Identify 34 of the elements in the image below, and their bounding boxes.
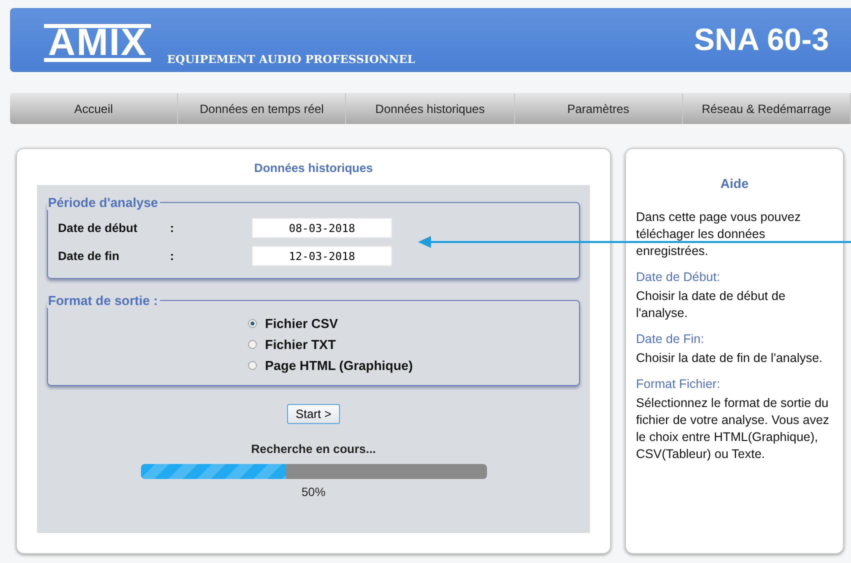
status-text: Recherche en cours... (251, 442, 376, 456)
help-heading: Date de Fin: (636, 332, 706, 346)
help-text: Choisir la date de fin de l'analyse. (636, 350, 824, 367)
logo: AMIX (44, 24, 151, 62)
option-label: Page HTML (Graphique) (265, 358, 413, 373)
help-heading: Format Fichier: (636, 377, 722, 391)
colon: : (170, 249, 175, 263)
option-label: Fichier CSV (265, 316, 338, 331)
tagline: EQUIPEMENT AUDIO PROFESSIONNEL (167, 53, 416, 66)
field-label: Date de fin (58, 249, 120, 263)
nav-tab[interactable]: Paramètres (514, 93, 683, 124)
radio-button[interactable] (248, 361, 257, 370)
date-field[interactable]: 12-03-2018 (252, 246, 392, 266)
nav-tab[interactable]: Réseau & Redémarrage (682, 93, 851, 124)
radio-button[interactable] (248, 340, 257, 349)
start-button[interactable]: Start > (286, 404, 340, 424)
field-label: Date de début (58, 221, 138, 235)
help-text: Dans cette page vous pouvez téléchager les données enregistrées. (636, 209, 802, 260)
progress-reading: 50% (301, 485, 326, 499)
colon: : (170, 221, 175, 235)
fieldset-legend: Période d'analyse (46, 195, 160, 210)
radio-button[interactable] (248, 319, 257, 328)
nav-tab[interactable]: Accueil (10, 93, 178, 124)
date-field[interactable]: 08-03-2018 (252, 218, 392, 238)
nav-tab[interactable]: Données historiques (346, 93, 515, 124)
nav-tab[interactable]: Données en temps réel (178, 93, 346, 124)
fieldset-legend: Format de sortie : (46, 293, 160, 308)
model-title: SNA 60-3 (694, 22, 829, 58)
help-heading: Date de Début: (636, 270, 722, 284)
panel-title: Données historiques (253, 161, 374, 175)
help-title: Aide (719, 176, 750, 191)
help-text: Sélectionnez le format de sortie du fichier de votre analyse. Vous avez le choix entre HTML(Graphique), CSV(Tableur) ou Texte. (636, 395, 830, 463)
help-text: Choisir la date de début de l'analyse. (636, 288, 786, 322)
option-label: Fichier TXT (265, 337, 336, 352)
